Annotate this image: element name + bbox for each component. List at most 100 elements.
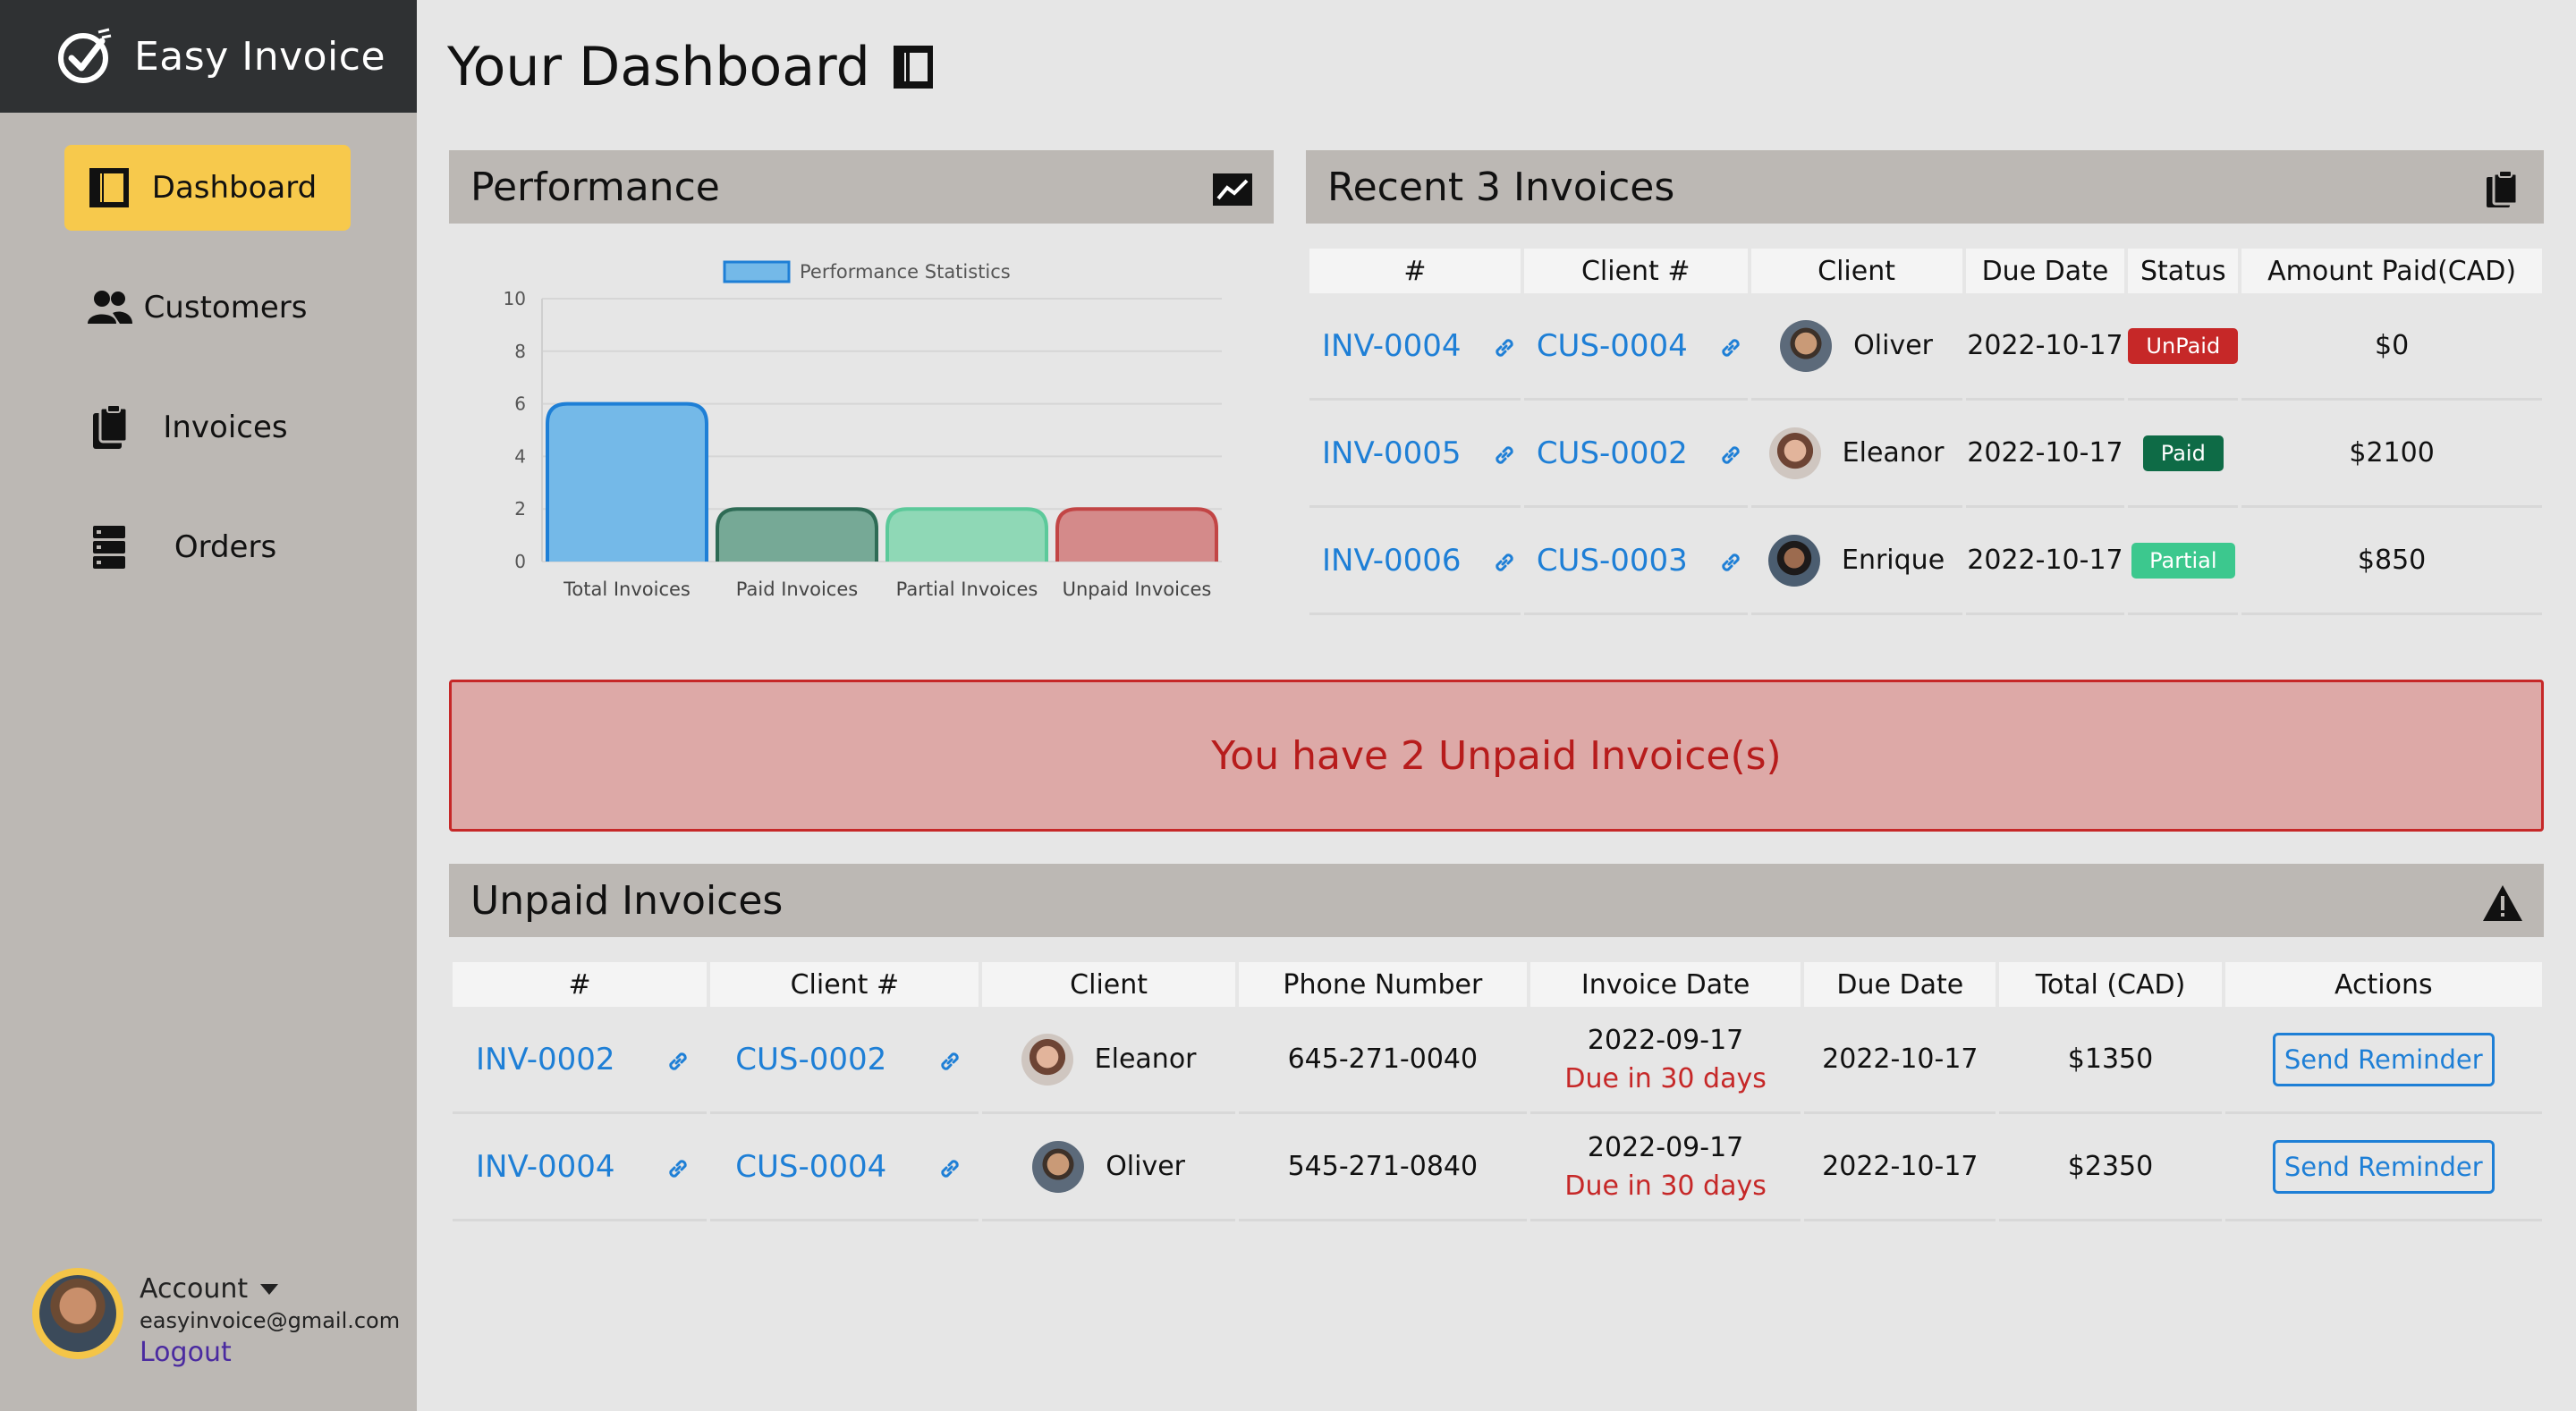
invoice-date: 2022-09-17 (1587, 1024, 1744, 1056)
link-icon[interactable] (665, 1155, 691, 1182)
sidebar-item-label: Customers (143, 290, 308, 325)
due-note: Due in 30 days (1564, 1170, 1767, 1202)
column-header: # (1309, 249, 1521, 293)
column-header: Total (CAD) (1999, 962, 2222, 1007)
total-amount: $1350 (1999, 1007, 2222, 1114)
y-tick-label: 6 (514, 393, 526, 415)
dashboard-icon (893, 46, 933, 89)
table-row: INV-0004 CUS-0004 Oliver 2022-10-17 UnPaid… (1309, 293, 2542, 401)
x-tick-label: Total Invoices (563, 579, 691, 600)
y-tick-label: 4 (514, 445, 526, 467)
recent-invoices-header: Recent 3 Invoices (1306, 150, 2544, 224)
column-header: Client (1750, 249, 1962, 293)
client-link[interactable]: CUS-0002 (735, 1042, 886, 1077)
column-header: Client (982, 962, 1235, 1007)
y-tick-label: 0 (514, 551, 526, 572)
invoice-date-cell: 2022-09-17 Due in 30 days (1530, 1114, 1801, 1221)
clipboard-icon (2487, 170, 2519, 207)
bar (886, 507, 1048, 562)
bar (546, 401, 708, 562)
logout-link[interactable]: Logout (140, 1337, 400, 1368)
unpaid-invoices-header: Unpaid Invoices (449, 864, 2544, 937)
page-title-text: Your Dashboard (447, 36, 870, 98)
sidebar-item-label: Invoices (163, 410, 288, 445)
link-icon[interactable] (665, 1048, 691, 1075)
sidebar-item-label: Dashboard (151, 170, 318, 206)
column-header: Due Date (1965, 249, 2125, 293)
invoice-date: 2022-09-17 (1587, 1131, 1744, 1163)
avatar (1021, 1033, 1073, 1086)
due-note: Due in 30 days (1564, 1062, 1767, 1094)
warning-icon (2483, 885, 2522, 921)
link-icon[interactable] (1717, 549, 1744, 576)
invoice-link[interactable]: INV-0004 (1322, 328, 1462, 364)
link-icon[interactable] (1717, 334, 1744, 361)
due-date: 2022-10-17 (1804, 1114, 1996, 1221)
avatar (1768, 427, 1821, 479)
invoice-date-cell: 2022-09-17 Due in 30 days (1530, 1007, 1801, 1114)
column-header: Phone Number (1238, 962, 1527, 1007)
column-header: # (453, 962, 708, 1007)
status-badge: UnPaid (2128, 327, 2239, 364)
avatar (1032, 1140, 1085, 1193)
client-name: Eleanor (1842, 437, 1945, 469)
due-date: 2022-10-17 (1965, 401, 2125, 508)
unpaid-invoices-title: Unpaid Invoices (470, 877, 784, 924)
amount-paid: $2100 (2241, 401, 2542, 508)
due-date: 2022-10-17 (1965, 508, 2125, 615)
client-link[interactable]: CUS-0002 (1537, 435, 1688, 471)
performance-chart: 0 2 4 6 8 10 Performance Statistics Total Invoi… (449, 241, 1272, 617)
column-header: Client # (1523, 249, 1748, 293)
invoice-link[interactable]: INV-0006 (1322, 543, 1462, 579)
chevron-down-icon (260, 1283, 279, 1295)
sidebar-item-label: Orders (174, 529, 277, 565)
link-icon[interactable] (1491, 334, 1518, 361)
sidebar-item-customers[interactable]: Customers (64, 265, 351, 351)
send-reminder-button[interactable]: Send Reminder (2272, 1032, 2495, 1086)
client-link[interactable]: CUS-0003 (1537, 543, 1688, 579)
link-icon[interactable] (1491, 549, 1518, 576)
avatar[interactable] (32, 1268, 123, 1359)
link-icon[interactable] (1717, 442, 1744, 469)
phone-number: 645-271-0040 (1238, 1007, 1527, 1114)
column-header: Due Date (1804, 962, 1996, 1007)
brand[interactable]: Easy Invoice (0, 0, 417, 113)
recent-invoices-title: Recent 3 Invoices (1327, 164, 1675, 210)
column-header: Amount Paid(CAD) (2241, 249, 2542, 293)
recent-invoices-table: # Client # Client Due Date Status Amount… (1306, 249, 2546, 615)
invoice-link[interactable]: INV-0004 (476, 1149, 615, 1185)
due-date: 2022-10-17 (1965, 293, 2125, 401)
account-section: Account easyinvoice@gmail.com Logout (32, 1268, 400, 1368)
link-icon[interactable] (936, 1048, 963, 1075)
client-link[interactable]: CUS-0004 (1537, 328, 1688, 364)
total-amount: $2350 (1999, 1114, 2222, 1221)
y-tick-label: 8 (514, 341, 526, 362)
x-tick-label: Paid Invoices (736, 579, 858, 600)
y-tick-label: 10 (504, 288, 526, 309)
invoice-link[interactable]: INV-0005 (1322, 435, 1462, 471)
table-row: INV-0006 CUS-0003 Enrique 2022-10-17 Parti… (1309, 508, 2542, 615)
bar (1055, 507, 1218, 562)
client-link[interactable]: CUS-0004 (735, 1149, 886, 1185)
performance-header: Performance (449, 150, 1274, 224)
account-email: easyinvoice@gmail.com (140, 1308, 401, 1333)
due-date: 2022-10-17 (1804, 1007, 1996, 1114)
avatar (1780, 319, 1833, 372)
x-tick-label: Unpaid Invoices (1063, 579, 1212, 600)
link-icon[interactable] (1491, 442, 1518, 469)
account-label: Account (140, 1273, 249, 1305)
brand-name: Easy Invoice (134, 33, 386, 80)
client-name: Oliver (1106, 1151, 1186, 1182)
sidebar-item-dashboard[interactable]: Dashboard (64, 145, 351, 231)
send-reminder-button[interactable]: Send Reminder (2272, 1139, 2495, 1194)
sidebar-item-invoices[interactable]: Invoices (64, 384, 351, 470)
legend-swatch (723, 260, 791, 283)
table-row: INV-0005 CUS-0002 Eleanor 2022-10-17 Paid $… (1309, 401, 2542, 508)
link-icon[interactable] (936, 1155, 963, 1182)
check-circle-icon (58, 28, 112, 83)
invoice-link[interactable]: INV-0002 (476, 1042, 615, 1077)
y-tick-label: 2 (514, 498, 526, 520)
account-menu[interactable]: Account (140, 1273, 400, 1305)
sidebar: Easy Invoice Dashboard Customers Invoice… (0, 0, 417, 1411)
sidebar-item-orders[interactable]: Orders (64, 504, 351, 590)
